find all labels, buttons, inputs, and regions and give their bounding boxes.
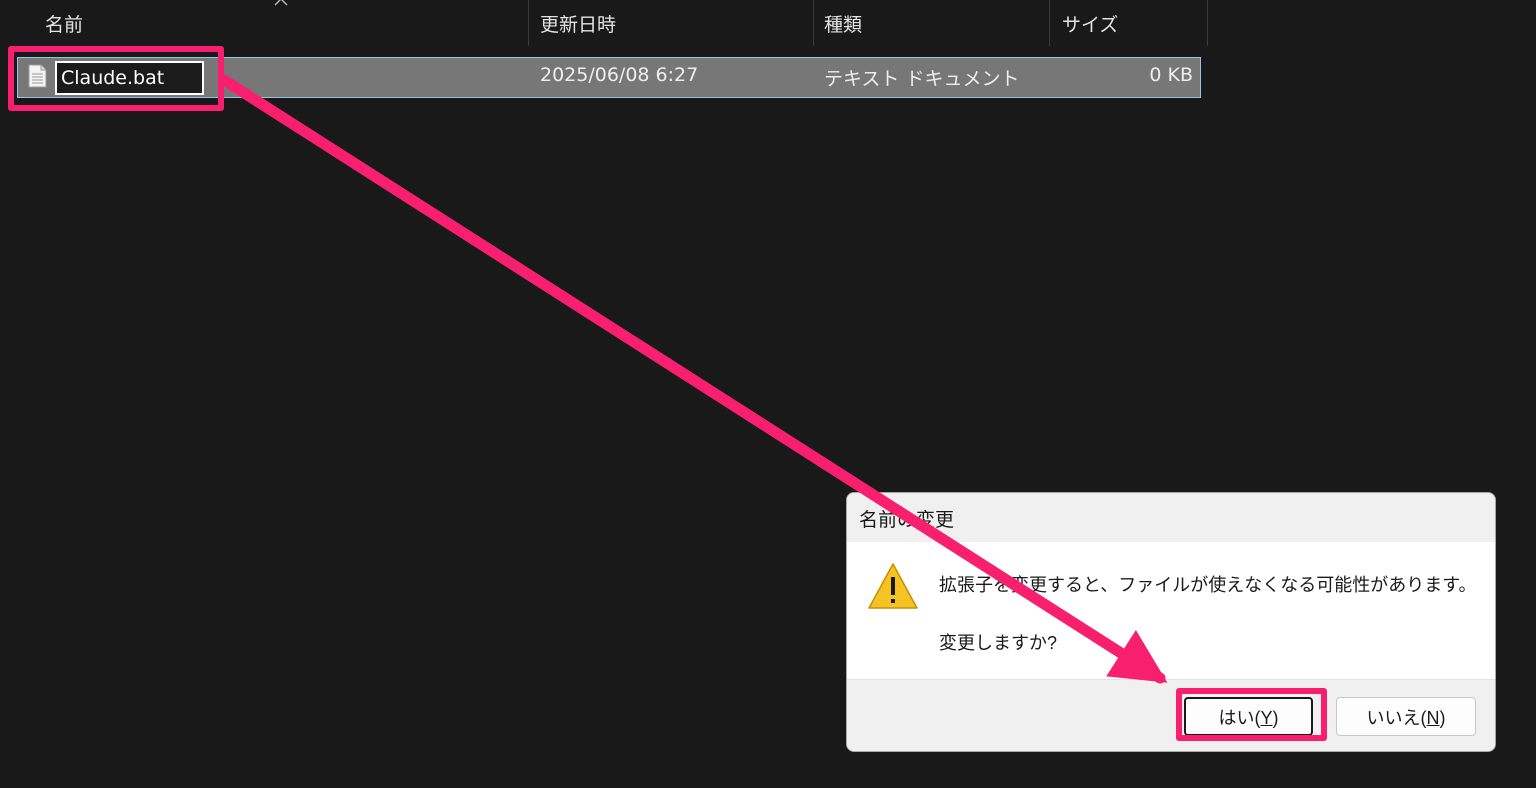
column-header-name-label: 名前: [45, 13, 84, 36]
column-divider[interactable]: [528, 0, 529, 46]
annotation-highlight-yes: [1176, 688, 1327, 741]
no-button[interactable]: いいえ(N): [1336, 697, 1476, 736]
annotation-highlight-rename: [8, 46, 224, 111]
warning-icon: [868, 563, 918, 609]
dialog-question: 変更しますか?: [939, 633, 1058, 653]
no-button-accel: N: [1426, 707, 1440, 728]
no-button-label: いいえ(: [1366, 707, 1427, 728]
column-divider[interactable]: [1207, 0, 1208, 46]
dialog-message: 拡張子を変更すると、ファイルが使えなくなる可能性があります。: [939, 575, 1477, 595]
dialog-footer: はい(Y) いいえ(N): [847, 679, 1495, 751]
rename-confirm-dialog: 名前の変更 拡張子を変更すると、ファイルが使えなくなる可能性があります。 変更し…: [846, 492, 1496, 752]
sort-ascending-icon: [274, 0, 288, 6]
column-divider[interactable]: [813, 0, 814, 46]
column-header-size[interactable]: サイズ: [1062, 0, 1118, 46]
column-divider[interactable]: [1049, 0, 1050, 46]
dialog-title: 名前の変更: [859, 510, 955, 531]
column-header-modified[interactable]: 更新日時: [540, 0, 616, 46]
column-header-type[interactable]: 種類: [824, 0, 862, 46]
column-header-type-label: 種類: [824, 13, 863, 36]
file-modified-date: 2025/06/08 6:27: [540, 64, 699, 86]
file-size: 0 KB: [1149, 64, 1193, 86]
dialog-body: 拡張子を変更すると、ファイルが使えなくなる可能性があります。 変更しますか?: [847, 542, 1495, 679]
column-header-modified-label: 更新日時: [540, 13, 617, 36]
dialog-titlebar[interactable]: 名前の変更: [847, 493, 1495, 542]
file-type: テキスト ドキュメント: [824, 68, 1020, 90]
column-header-name[interactable]: 名前: [45, 0, 83, 46]
column-header-size-label: サイズ: [1062, 13, 1119, 36]
no-button-close: ): [1439, 707, 1446, 728]
